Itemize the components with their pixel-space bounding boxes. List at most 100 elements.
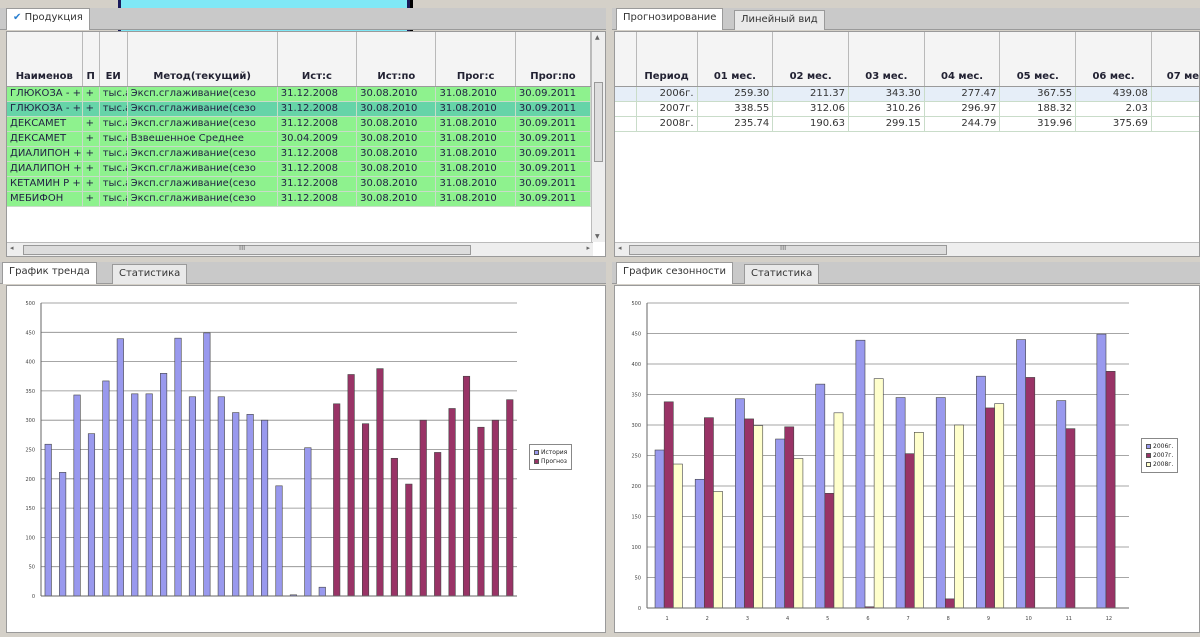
table-cell[interactable]: 30.09.2011 — [515, 161, 592, 177]
column-header[interactable]: Период — [636, 32, 698, 87]
table-cell[interactable]: 30.09.2011 — [515, 146, 592, 162]
table-cell[interactable]: 188.32 — [999, 101, 1077, 117]
table-cell[interactable]: 30.08.2010 — [356, 101, 437, 117]
table-cell[interactable]: 31.12.2008 — [277, 146, 358, 162]
table-row[interactable]: ДЕКСАМЕТ+тыс.аЭксп.сглаживание(сезо31.12… — [7, 116, 592, 132]
vscroll-thumb[interactable] — [594, 82, 603, 162]
column-header[interactable]: 06 мес. — [1075, 32, 1152, 87]
table-cell[interactable]: 277.47 — [924, 86, 1001, 102]
table-cell[interactable]: ДИАЛИПОН + — [7, 146, 83, 162]
table-cell[interactable]: Эксп.сглаживание(сезо — [127, 146, 278, 162]
table-row[interactable]: 2006г. 259.30 211.37 343.30 277.47 367.55 439.… — [615, 86, 1199, 102]
column-header[interactable]: ЕИ — [99, 32, 128, 87]
table-cell[interactable]: Эксп.сглаживание(сезо — [127, 176, 278, 192]
table-cell[interactable]: 31.08.2010 — [435, 131, 516, 147]
column-header[interactable]: Прог:по — [515, 32, 592, 87]
table-cell[interactable]: 30.08.2010 — [356, 161, 437, 177]
hscroll-thumb[interactable]: III — [23, 244, 471, 255]
table-cell[interactable]: тыс.а — [99, 116, 128, 132]
table-cell[interactable]: Взвешенное Среднее — [127, 131, 278, 147]
table-cell[interactable]: + — [82, 191, 100, 207]
table-cell[interactable]: 30.09.2011 — [515, 86, 592, 102]
table-cell[interactable]: 299.15 — [848, 116, 925, 132]
tab-products[interactable]: ✔ Продукция — [6, 8, 90, 30]
table-cell[interactable]: 312.06 — [772, 101, 849, 117]
table-cell[interactable]: + — [82, 116, 100, 132]
table-cell[interactable]: 31.08.2010 — [435, 191, 516, 207]
tab-season-stats[interactable]: Статистика — [744, 264, 820, 284]
table-cell[interactable]: 343.30 — [848, 86, 925, 102]
table-cell[interactable]: 31.08.2010 — [435, 116, 516, 132]
table-cell[interactable]: тыс.а — [99, 86, 128, 102]
table-cell[interactable]: 30.09.2011 — [515, 191, 592, 207]
table-cell[interactable]: ДЕКСАМЕТ — [7, 116, 83, 132]
column-header[interactable]: 05 мес. — [999, 32, 1077, 87]
table-cell[interactable]: 34 — [1151, 86, 1199, 102]
table-cell[interactable]: 25 — [1151, 101, 1199, 117]
table-row[interactable]: ДИАЛИПОН ++тыс.аЭксп.сглаживание(сезо31.… — [7, 161, 592, 177]
table-cell[interactable]: + — [82, 86, 100, 102]
table-cell[interactable]: 235.74 — [697, 116, 774, 132]
row-selector[interactable] — [615, 86, 637, 102]
table-row[interactable]: ДЕКСАМЕТ+тыс.аВзвешенное Среднее30.04.20… — [7, 131, 592, 147]
table-cell[interactable]: 338.55 — [697, 101, 774, 117]
column-header[interactable]: Ист:с — [277, 32, 358, 87]
column-header[interactable]: 03 мес. — [848, 32, 925, 87]
table-cell[interactable]: ГЛЮКОЗА - + — [7, 101, 83, 117]
table-cell[interactable]: 31.08.2010 — [435, 146, 516, 162]
table-cell[interactable]: 190.63 — [772, 116, 849, 132]
table-cell[interactable]: 259.30 — [697, 86, 774, 102]
table-cell[interactable]: 31.12.2008 — [277, 101, 358, 117]
table-cell[interactable]: тыс.а — [99, 146, 128, 162]
table-cell[interactable]: 31.08.2010 — [435, 101, 516, 117]
column-header[interactable]: Метод(текущий) — [127, 32, 278, 87]
table-cell[interactable]: 31.12.2008 — [277, 161, 358, 177]
table-cell[interactable]: 30.09.2011 — [515, 101, 592, 117]
table-cell[interactable]: МЕБИФОН — [7, 191, 83, 207]
table-cell[interactable]: 319.96 — [999, 116, 1077, 132]
table-cell[interactable]: Эксп.сглаживание(сезо — [127, 191, 278, 207]
tab-trend-chart[interactable]: График тренда — [2, 262, 97, 284]
scroll-down-icon[interactable]: ▼ — [595, 233, 600, 240]
table-cell[interactable]: 296.97 — [924, 101, 1001, 117]
scroll-left-icon[interactable]: ◂ — [10, 244, 14, 252]
hscroll-thumb[interactable]: III — [629, 244, 947, 255]
table-cell[interactable]: ДИАЛИПОН + — [7, 161, 83, 177]
table-cell[interactable]: 211.37 — [772, 86, 849, 102]
table-cell[interactable]: тыс.а — [99, 161, 128, 177]
table-cell[interactable]: 2.03 — [1075, 101, 1152, 117]
table-cell[interactable]: 30.08.2010 — [356, 131, 437, 147]
table-row[interactable]: МЕБИФОН+тыс.аЭксп.сглаживание(сезо31.12.… — [7, 191, 592, 207]
table-row[interactable]: 2008г. 235.74 190.63 299.15 244.79 319.96 375.… — [615, 116, 1199, 132]
table-cell[interactable]: 30.09.2011 — [515, 176, 592, 192]
table-cell[interactable]: 30.09.2011 — [515, 131, 592, 147]
table-cell[interactable]: 367.55 — [999, 86, 1077, 102]
row-selector[interactable] — [615, 101, 637, 117]
tab-forecast[interactable]: Прогнозирование — [616, 8, 724, 30]
tab-seasonality-chart[interactable]: График сезонности — [616, 262, 733, 284]
column-header[interactable]: Наименов — [7, 32, 83, 87]
table-cell[interactable]: + — [82, 161, 100, 177]
table-row[interactable]: ДИАЛИПОН ++тыс.аЭксп.сглаживание(сезо31.… — [7, 146, 592, 162]
table-cell[interactable]: 30.08.2010 — [356, 86, 437, 102]
tab-trend-stats[interactable]: Статистика — [112, 264, 188, 284]
table-cell[interactable]: КЕТАМИН Р + — [7, 176, 83, 192]
table-cell[interactable]: 30.08.2010 — [356, 116, 437, 132]
column-header[interactable]: 07 ме — [1151, 32, 1199, 87]
table-cell[interactable]: 439.08 — [1075, 86, 1152, 102]
table-cell[interactable]: 30.08.2010 — [356, 176, 437, 192]
table-cell[interactable]: тыс.а — [99, 191, 128, 207]
forecast-hscroll[interactable]: ◂ III — [615, 242, 1199, 256]
table-cell[interactable]: 28 — [1151, 116, 1199, 132]
column-header[interactable]: П — [82, 32, 100, 87]
table-cell[interactable]: тыс.а — [99, 101, 128, 117]
table-row[interactable]: 2007г. 338.55 312.06 310.26 296.97 188.32 2.03… — [615, 101, 1199, 117]
table-cell[interactable]: 31.08.2010 — [435, 176, 516, 192]
column-header[interactable]: 01 мес. — [697, 32, 774, 87]
table-cell[interactable]: тыс.а — [99, 176, 128, 192]
table-cell[interactable]: 31.12.2008 — [277, 176, 358, 192]
table-cell[interactable]: 31.12.2008 — [277, 191, 358, 207]
table-cell[interactable]: 30.04.2009 — [277, 131, 358, 147]
row-selector[interactable] — [615, 116, 637, 132]
table-cell[interactable]: ГЛЮКОЗА - + — [7, 86, 83, 102]
